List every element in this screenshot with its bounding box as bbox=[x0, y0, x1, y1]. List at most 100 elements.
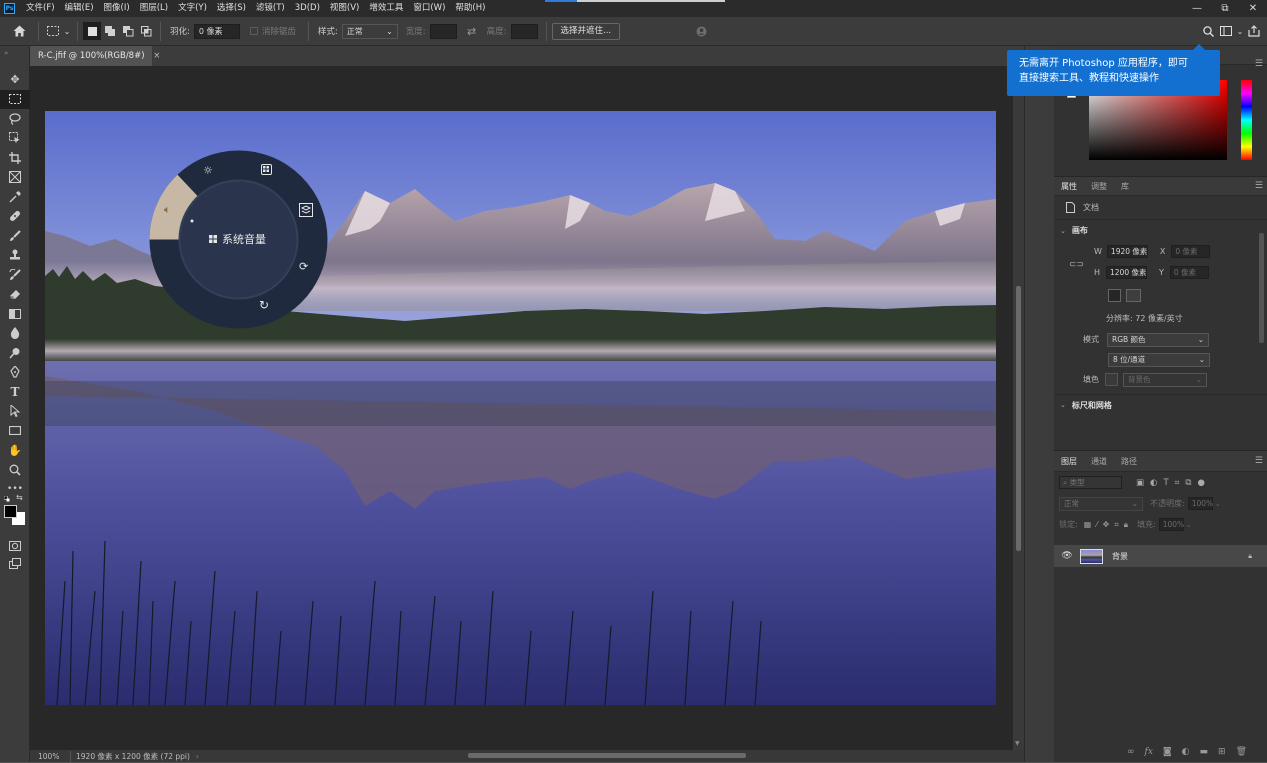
collapse-toolbox-icon[interactable]: » bbox=[0, 46, 29, 70]
menu-window[interactable]: 窗口(W) bbox=[408, 0, 450, 17]
link-layers-icon[interactable]: ∞ bbox=[1127, 747, 1135, 757]
layer-kind-filter[interactable]: ⌕ 类型 bbox=[1059, 476, 1122, 489]
foreground-color-swatch[interactable] bbox=[4, 505, 17, 518]
layers-icon[interactable] bbox=[299, 203, 313, 220]
screen-mode-button[interactable] bbox=[0, 554, 30, 574]
search-button[interactable] bbox=[1199, 22, 1217, 40]
horizontal-scroll-thumb[interactable] bbox=[468, 753, 746, 758]
menu-select[interactable]: 选择(S) bbox=[212, 0, 251, 17]
volume-icon[interactable]: 🔈︎ bbox=[164, 203, 171, 217]
move-tool[interactable]: ✥ bbox=[0, 70, 30, 90]
hue-slider[interactable] bbox=[1241, 80, 1252, 160]
panel-menu-icon[interactable]: ☰ bbox=[1255, 181, 1263, 191]
fill-select[interactable]: 背景色 ⌄ bbox=[1123, 372, 1207, 387]
blend-mode-select[interactable]: 正常 ⌄ bbox=[1059, 496, 1143, 511]
layer-row[interactable]: 👁︎ 背景 🔒︎ bbox=[1054, 545, 1267, 567]
mode-select[interactable]: RGB 颜色 ⌄ bbox=[1107, 332, 1209, 347]
fill-input[interactable]: 100% bbox=[1158, 518, 1184, 531]
rulers-section-header[interactable]: ⌄ 标尺和网格 bbox=[1054, 394, 1267, 415]
depth-select[interactable]: 8 位/通道 ⌄ bbox=[1108, 352, 1210, 367]
grid-icon[interactable] bbox=[261, 164, 272, 175]
menu-view[interactable]: 视图(V) bbox=[325, 0, 364, 17]
dodge-tool[interactable] bbox=[0, 343, 30, 363]
opacity-input[interactable]: 100% bbox=[1187, 497, 1213, 510]
trash-icon[interactable]: 🗑︎ bbox=[1236, 747, 1247, 757]
chevron-down-icon[interactable]: ⌄ bbox=[1186, 521, 1192, 529]
eyedropper-tool[interactable] bbox=[0, 187, 30, 207]
path-selection-tool[interactable] bbox=[0, 402, 30, 422]
eraser-tool[interactable] bbox=[0, 285, 30, 305]
marquee-preset-button[interactable] bbox=[44, 22, 62, 40]
color-swatches[interactable]: ⇆ bbox=[4, 493, 28, 530]
feather-input[interactable]: 0 像素 bbox=[193, 23, 240, 39]
user-account-icon[interactable] bbox=[692, 22, 710, 40]
x-input[interactable]: 0 像素 bbox=[1171, 245, 1211, 258]
menu-filter[interactable]: 滤镜(T) bbox=[251, 0, 290, 17]
chevron-down-icon[interactable]: ⌄ bbox=[1215, 500, 1221, 508]
chevron-down-icon[interactable]: ⌄ bbox=[1235, 22, 1245, 40]
portrait-icon[interactable] bbox=[1108, 289, 1121, 302]
canvas-section-header[interactable]: ⌄ 画布 bbox=[1054, 220, 1267, 241]
subtract-selection-button[interactable] bbox=[119, 22, 137, 40]
swap-colors-icon[interactable]: ⇆ bbox=[16, 493, 23, 502]
type-tool[interactable]: T bbox=[0, 382, 30, 402]
add-mask-icon[interactable]: ◙ bbox=[1163, 747, 1172, 757]
brush-tool[interactable] bbox=[0, 226, 30, 246]
lock-icon[interactable]: 🔒︎ bbox=[1248, 552, 1252, 561]
close-tab-icon[interactable]: × bbox=[153, 51, 160, 61]
y-input[interactable]: 0 像素 bbox=[1169, 266, 1209, 279]
h-input[interactable]: 1200 像素 bbox=[1106, 266, 1148, 279]
document-tab[interactable]: R-C.jfif @ 100%(RGB/8#) × bbox=[30, 46, 160, 66]
hand-tool[interactable]: ✋ bbox=[0, 441, 30, 461]
history-brush-tool[interactable] bbox=[0, 265, 30, 285]
menu-type[interactable]: 文字(Y) bbox=[173, 0, 212, 17]
gradient-tool[interactable] bbox=[0, 304, 30, 324]
quick-mask-button[interactable] bbox=[0, 536, 30, 556]
tab-layers[interactable]: 图层 bbox=[1054, 452, 1084, 471]
link-icon[interactable]: ⊂⊃ bbox=[1069, 260, 1084, 270]
lasso-tool[interactable] bbox=[0, 109, 30, 129]
menu-file[interactable]: 文件(F) bbox=[21, 0, 60, 17]
menu-edit[interactable]: 编辑(E) bbox=[60, 0, 99, 17]
fx-icon[interactable]: fx bbox=[1144, 747, 1152, 757]
scroll-down-icon[interactable]: ▼ bbox=[1015, 740, 1020, 747]
menu-image[interactable]: 图像(I) bbox=[99, 0, 135, 17]
intersect-selection-button[interactable] bbox=[137, 22, 155, 40]
refresh-icon[interactable]: ↻ bbox=[259, 298, 269, 312]
add-selection-button[interactable] bbox=[101, 22, 119, 40]
eye-icon[interactable]: 👁︎ bbox=[1054, 551, 1080, 561]
layer-filter-icons[interactable]: ▣◐T⌗⧉● bbox=[1136, 478, 1211, 488]
chevron-down-icon[interactable]: ⌄ bbox=[62, 22, 72, 40]
tab-paths[interactable]: 路径 bbox=[1114, 452, 1144, 471]
zoom-tool[interactable] bbox=[0, 460, 30, 480]
w-input[interactable]: 1920 像素 bbox=[1106, 245, 1148, 258]
pen-tool[interactable] bbox=[0, 363, 30, 383]
menu-3d[interactable]: 3D(D) bbox=[290, 0, 325, 17]
panel-menu-icon[interactable]: ☰ bbox=[1255, 59, 1263, 69]
style-select[interactable]: 正常 ⌄ bbox=[341, 23, 398, 39]
vertical-scroll-thumb[interactable] bbox=[1016, 286, 1021, 551]
width-input[interactable] bbox=[429, 23, 457, 39]
brightness-icon[interactable]: ☼ bbox=[203, 164, 213, 177]
menu-layer[interactable]: 图层(L) bbox=[135, 0, 173, 17]
new-group-icon[interactable]: ▬ bbox=[1200, 747, 1209, 757]
tab-properties[interactable]: 属性 bbox=[1054, 177, 1084, 196]
tab-adjustments[interactable]: 调整 bbox=[1084, 177, 1114, 196]
minimize-button[interactable]: — bbox=[1183, 0, 1211, 17]
antialias-checkbox[interactable] bbox=[249, 27, 258, 35]
new-selection-button[interactable] bbox=[83, 22, 101, 40]
fill-swatch[interactable] bbox=[1105, 373, 1118, 386]
vertical-scrollbar[interactable]: ▲ ▼ bbox=[1013, 66, 1024, 750]
marquee-tool[interactable] bbox=[0, 89, 30, 109]
crop-tool[interactable] bbox=[0, 148, 30, 168]
frame-tool[interactable] bbox=[0, 168, 30, 188]
object-selection-tool[interactable] bbox=[0, 129, 30, 149]
landscape-icon[interactable] bbox=[1126, 289, 1141, 302]
blur-tool[interactable] bbox=[0, 324, 30, 344]
close-window-button[interactable]: ✕ bbox=[1239, 0, 1267, 17]
properties-scroll-thumb[interactable] bbox=[1259, 233, 1264, 343]
adjustment-layer-icon[interactable]: ◐ bbox=[1182, 747, 1190, 757]
document-info[interactable]: 1920 像素 x 1200 像素 (72 ppi) bbox=[70, 750, 190, 762]
chevron-right-icon[interactable]: › bbox=[196, 752, 199, 761]
healing-brush-tool[interactable] bbox=[0, 207, 30, 227]
